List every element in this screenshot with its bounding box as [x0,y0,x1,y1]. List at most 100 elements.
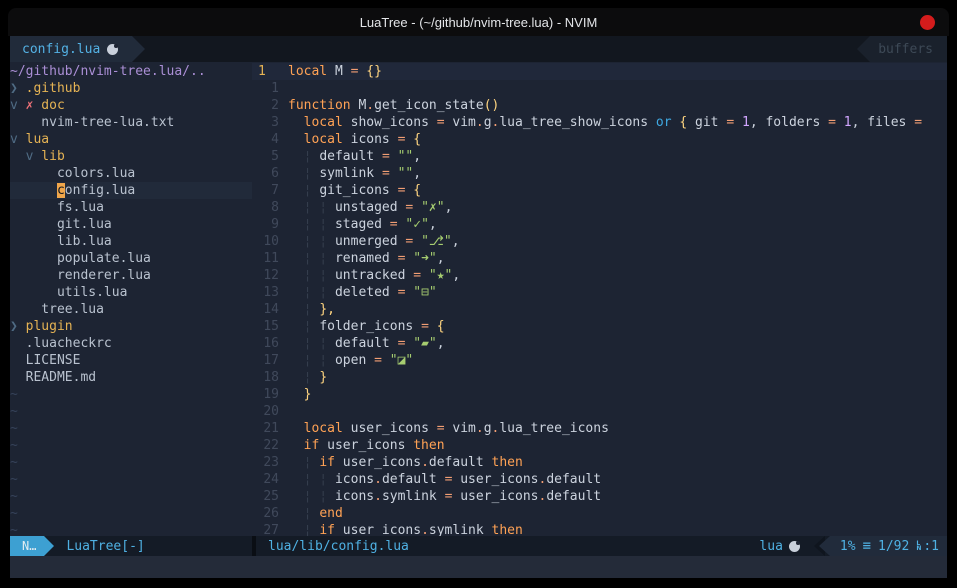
token: ~ [10,472,18,487]
tree-row[interactable]: ~ [10,471,252,488]
tree-row[interactable]: ~/github/nvim-tree.lua/.. [10,63,252,80]
powerline-arrow-icon [857,36,870,62]
tree-row[interactable]: config.lua [10,182,252,199]
tree-row[interactable]: ~ [10,420,252,437]
token: ¦ [288,149,319,164]
token: open [335,353,374,368]
token: get_icon_state [374,98,484,113]
code-line[interactable]: 22 if user_icons then [252,437,947,454]
tree-row[interactable]: git.lua [10,216,252,233]
tree-row[interactable]: nvim-tree-lua.txt [10,114,252,131]
filetype-indicator: lua [759,539,799,554]
code-line[interactable]: 20 [252,403,947,420]
tree-row[interactable]: ❯ .github [10,80,252,97]
token: local [304,132,343,147]
code-line[interactable]: 25 ¦ ¦ icons.symlink = user_icons.defaul… [252,488,947,505]
token: ¦ ¦ [288,285,335,300]
token: = [437,115,445,130]
tree-row[interactable]: ~ [10,454,252,471]
code-line[interactable]: 6 ¦ symlink = "", [252,165,947,182]
token: M [351,98,367,113]
tree-row[interactable]: v lib [10,148,252,165]
code-line[interactable]: 15 ¦ folder_icons = { [252,318,947,335]
code-line[interactable]: 21 local user_icons = vim.g.lua_tree_ico… [252,420,947,437]
tree-row[interactable]: ~ [10,505,252,522]
token: .luacheckrc [10,336,112,351]
code-line[interactable]: 1local M = {} [252,63,947,80]
code-line[interactable]: 10 ¦ ¦ unmerged = "⎇", [252,233,947,250]
code-line[interactable]: 19 } [252,386,947,403]
tree-row[interactable]: ❯ plugin [10,318,252,335]
tree-row[interactable]: ~ [10,488,252,505]
close-button[interactable] [920,15,935,30]
tab-config-lua[interactable]: config.lua [10,36,132,62]
token: M [327,64,350,79]
code-line[interactable]: 27 ¦ if user_icons.symlink then [252,522,947,536]
token: default [546,472,601,487]
tabline-spacer [145,36,857,62]
code-line[interactable]: 1 [252,80,947,97]
tree-row[interactable]: lib.lua [10,233,252,250]
tree-row[interactable]: populate.lua [10,250,252,267]
window-titlebar[interactable]: LuaTree - (~/github/nvim-tree.lua) - NVI… [8,8,949,36]
token: "⊟" [405,285,436,300]
tree-row[interactable]: README.md [10,369,252,386]
code-line[interactable]: 24 ¦ ¦ icons.default = user_icons.defaul… [252,471,947,488]
token: plugin [18,319,73,334]
token: v [10,132,18,147]
code-line[interactable]: 4 local icons = { [252,131,947,148]
tree-row[interactable]: ~ [10,386,252,403]
code-text: local user_icons = vim.g.lua_tree_icons [288,420,609,437]
code-line[interactable]: 8 ¦ ¦ unstaged = "✗", [252,199,947,216]
token: 1 [836,115,852,130]
buffers-label[interactable]: buffers [870,36,947,62]
code-line[interactable]: 12 ¦ ¦ untracked = "★", [252,267,947,284]
code-line[interactable]: 11 ¦ ¦ renamed = "➜", [252,250,947,267]
tree-row[interactable]: ~ [10,522,252,536]
code-line[interactable]: 23 ¦ if user_icons.default then [252,454,947,471]
tree-row[interactable]: ~ [10,437,252,454]
tree-row[interactable]: .luacheckrc [10,335,252,352]
tree-row[interactable]: ~ [10,403,252,420]
code-line[interactable]: 18 ¦ } [252,369,947,386]
token: git.lua [10,217,112,232]
line-number: 20 [252,403,288,420]
token: = [382,166,390,181]
tree-row[interactable]: v ✗ doc [10,97,252,114]
token: git [687,115,726,130]
scroll-percent: 1% [840,539,856,554]
file-path: lua/lib/config.lua [256,539,759,554]
tree-row[interactable]: renderer.lua [10,267,252,284]
code-line[interactable]: 26 ¦ end [252,505,947,522]
token: ❯ [10,319,18,334]
tree-row[interactable]: LICENSE [10,352,252,369]
token: g [484,421,492,436]
token: , [452,234,460,249]
tree-row[interactable]: colors.lua [10,165,252,182]
token: . [476,421,484,436]
lines-icon: ≡ [863,538,871,554]
token: default [429,455,492,470]
token: colors.lua [10,166,135,181]
code-line[interactable]: 7 ¦ git_icons = { [252,182,947,199]
code-line[interactable]: 13 ¦ ¦ deleted = "⊟" [252,284,947,301]
tree-row[interactable]: fs.lua [10,199,252,216]
tree-row[interactable]: tree.lua [10,301,252,318]
code-line[interactable]: 14 ¦ }, [252,301,947,318]
code-line[interactable]: 9 ¦ ¦ staged = "✓", [252,216,947,233]
tree-row[interactable]: utils.lua [10,284,252,301]
line-number: 22 [252,437,288,454]
token: folder_icons [319,319,421,334]
command-line[interactable] [10,556,947,578]
token: git_icons [319,183,397,198]
token: LICENSE [10,353,80,368]
code-line[interactable]: 5 ¦ default = "", [252,148,947,165]
code-line[interactable]: 2function M.get_icon_state() [252,97,947,114]
code-line[interactable]: 17 ¦ ¦ open = "◪" [252,352,947,369]
code-line[interactable]: 16 ¦ ¦ default = "▰", [252,335,947,352]
code-line[interactable]: 3 local show_icons = vim.g.lua_tree_show… [252,114,947,131]
powerline-arrow-icon [44,536,54,556]
token: lua [18,132,49,147]
tree-row[interactable]: v lua [10,131,252,148]
token: default [319,149,382,164]
